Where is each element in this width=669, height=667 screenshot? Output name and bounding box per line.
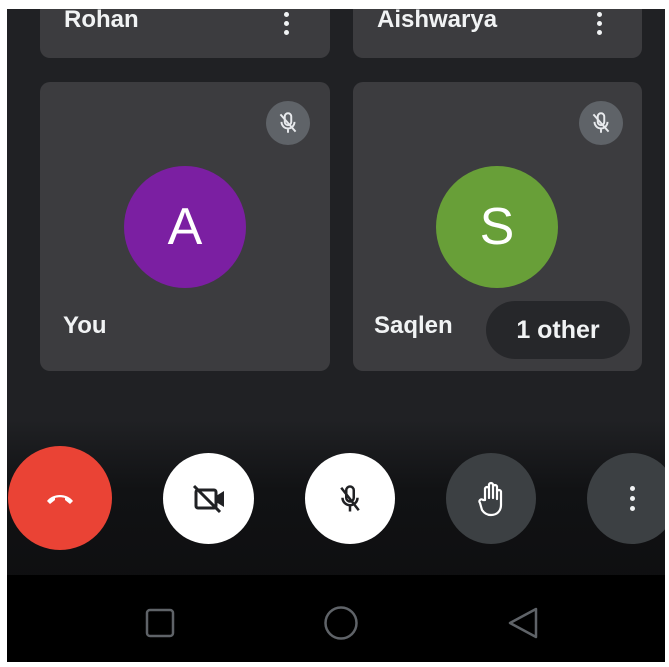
participant-name: Saqlen bbox=[374, 312, 453, 339]
call-end-icon bbox=[47, 495, 73, 504]
more-vert-icon bbox=[628, 486, 636, 511]
recent-apps-icon[interactable] bbox=[145, 608, 175, 638]
more-options-button[interactable] bbox=[587, 453, 669, 544]
raise-hand-button[interactable] bbox=[446, 453, 536, 544]
avatar: S bbox=[436, 166, 558, 288]
videocam-off-icon bbox=[192, 484, 224, 513]
home-icon[interactable] bbox=[323, 605, 359, 641]
end-call-button[interactable] bbox=[8, 446, 112, 550]
hand-icon bbox=[478, 481, 503, 516]
frame-border bbox=[0, 0, 669, 9]
participant-tile-you[interactable]: A You bbox=[40, 82, 330, 371]
mic-off-icon bbox=[340, 484, 360, 511]
camera-toggle-button[interactable] bbox=[163, 453, 254, 544]
others-count-pill[interactable]: 1 other bbox=[486, 301, 630, 359]
mic-off-icon bbox=[579, 101, 623, 145]
participant-name: Aishwarya bbox=[377, 6, 498, 33]
mic-off-icon bbox=[266, 101, 310, 145]
microphone-toggle-button[interactable] bbox=[305, 453, 395, 544]
back-icon[interactable] bbox=[506, 606, 540, 640]
participant-name: You bbox=[63, 312, 107, 339]
frame-border bbox=[665, 0, 669, 667]
more-options-icon[interactable] bbox=[282, 12, 290, 35]
frame-border bbox=[0, 0, 7, 667]
participant-name: Rohan bbox=[64, 6, 139, 33]
more-options-icon[interactable] bbox=[595, 12, 603, 35]
system-navigation-bar bbox=[0, 575, 669, 667]
avatar: A bbox=[124, 166, 246, 288]
frame-border bbox=[0, 662, 669, 667]
